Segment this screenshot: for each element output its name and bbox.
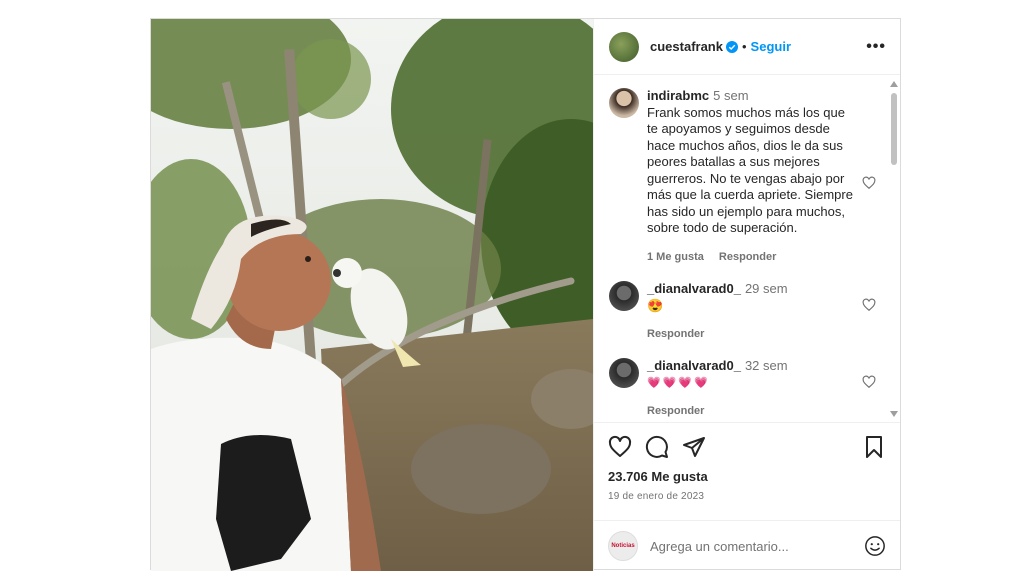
- comment-text: 💗💗💗💗: [647, 376, 710, 389]
- comment-text: 😍: [647, 297, 664, 313]
- post-sidebar: cuestafrank • Seguir ••• indirabmc 5 sem …: [593, 19, 900, 571]
- scroll-up-arrow-icon[interactable]: [890, 81, 898, 87]
- comment-time[interactable]: 5 sem: [713, 88, 748, 103]
- follow-button[interactable]: Seguir: [751, 39, 791, 54]
- author-avatar[interactable]: [609, 31, 639, 62]
- more-horizontal-icon[interactable]: •••: [866, 38, 886, 56]
- comment-username[interactable]: _dianalvarad0_: [647, 281, 741, 296]
- likes-count[interactable]: 23.706 Me gusta: [608, 469, 886, 484]
- heart-icon[interactable]: [608, 435, 632, 459]
- comment-item: _dianalvarad0_ 32 sem 💗💗💗💗 Responder: [609, 358, 876, 420]
- comments-list[interactable]: indirabmc 5 sem Frank somos muchos más lo…: [594, 75, 900, 423]
- comment-text: Frank somos muchos más los que te apoyam…: [647, 104, 853, 236]
- post-photo[interactable]: [151, 19, 593, 571]
- comment-like-heart-icon[interactable]: [862, 298, 876, 312]
- post-date[interactable]: 19 de enero de 2023: [608, 491, 886, 502]
- comment-like-heart-icon[interactable]: [862, 176, 876, 190]
- share-icon[interactable]: [682, 435, 706, 459]
- scrollbar-thumb[interactable]: [891, 93, 897, 165]
- bookmark-icon[interactable]: [862, 435, 886, 459]
- comment-input[interactable]: [650, 538, 850, 554]
- current-user-avatar: Noticias: [608, 531, 638, 561]
- post-header: cuestafrank • Seguir •••: [594, 19, 900, 75]
- author-username[interactable]: cuestafrank: [650, 39, 723, 54]
- smiley-icon[interactable]: [864, 535, 886, 557]
- comment-likes-count[interactable]: 1 Me gusta: [647, 251, 704, 263]
- comment-time[interactable]: 29 sem: [745, 281, 788, 296]
- comment-item: indirabmc 5 sem Frank somos muchos más lo…: [609, 88, 876, 265]
- commenter-avatar[interactable]: [609, 281, 639, 311]
- comment-reply-button[interactable]: Responder: [647, 328, 704, 340]
- comment-icon[interactable]: [645, 435, 669, 459]
- comment-composer: Noticias: [594, 521, 900, 571]
- verified-badge-icon: [725, 40, 738, 53]
- comment-item: _dianalvarad0_ 29 sem 😍 Responder: [609, 281, 876, 343]
- commenter-avatar[interactable]: [609, 88, 639, 118]
- comment-time[interactable]: 32 sem: [745, 358, 788, 373]
- comment-username[interactable]: _dianalvarad0_: [647, 358, 741, 373]
- comment-reply-button[interactable]: Responder: [647, 405, 704, 417]
- comments-scrollbar[interactable]: [890, 81, 898, 417]
- instagram-post: cuestafrank • Seguir ••• indirabmc 5 sem …: [150, 18, 901, 571]
- comment-username[interactable]: indirabmc: [647, 88, 709, 103]
- scroll-down-arrow-icon[interactable]: [890, 411, 898, 417]
- separator-dot: •: [741, 39, 747, 54]
- post-actions: 23.706 Me gusta 19 de enero de 2023: [594, 423, 900, 521]
- comment-reply-button[interactable]: Responder: [719, 251, 776, 263]
- comment-like-heart-icon[interactable]: [862, 375, 876, 389]
- commenter-avatar[interactable]: [609, 358, 639, 388]
